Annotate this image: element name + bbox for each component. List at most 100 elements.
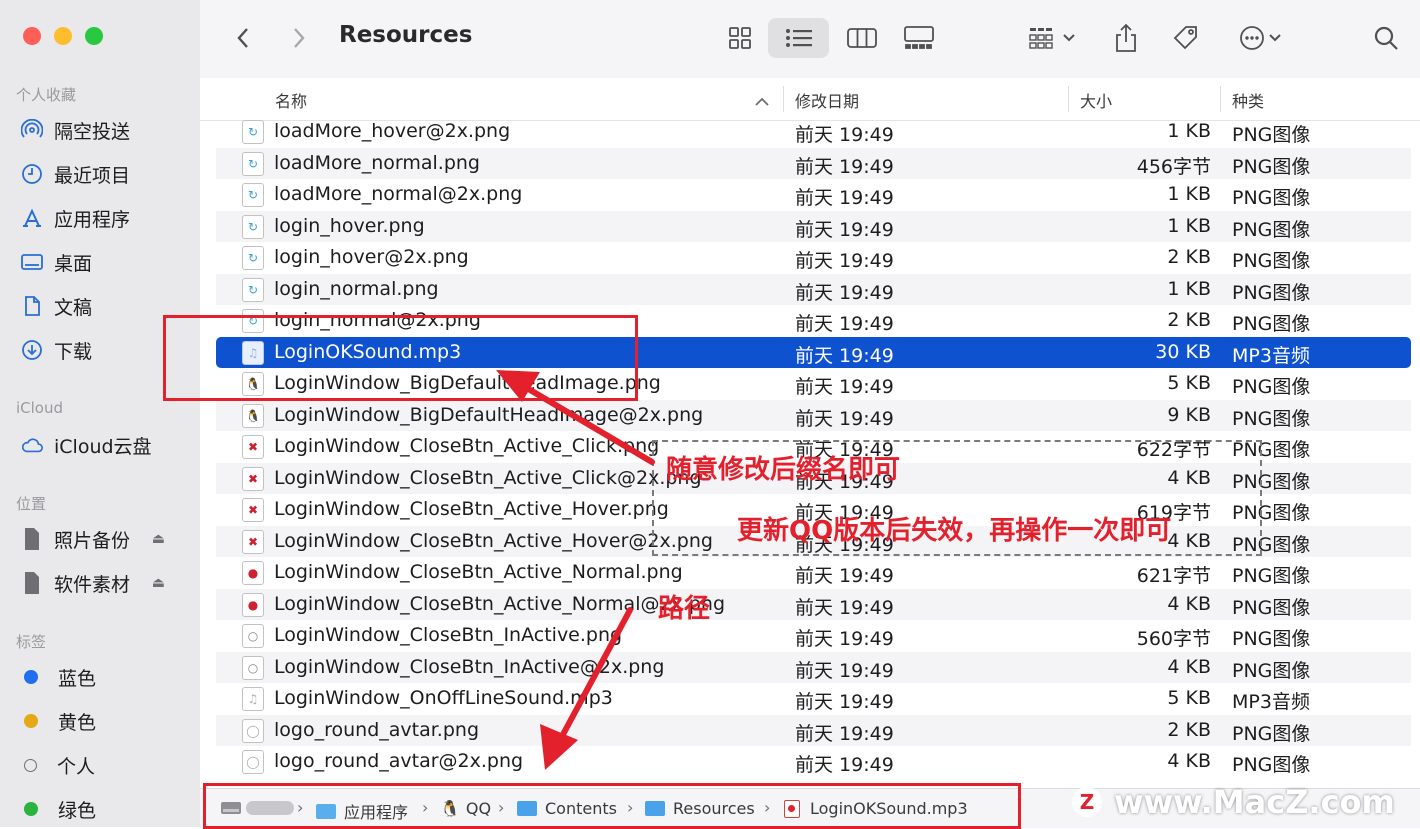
sidebar-item-label: 桌面 [54,252,93,275]
file-kind: PNG图像 [1232,596,1311,619]
file-row[interactable]: ◯ logo_round_avtar@2x.png 前天 19:49 4 KB PNG图… [216,746,1411,778]
file-name: login_hover@2x.png [274,246,469,268]
column-date[interactable]: 修改日期 [795,88,859,112]
file-row[interactable]: ♫ LoginWindow_OnOffLineSound.mp3 前天 19:49 5… [216,683,1411,715]
sidebar-item-tag-green[interactable]: 绿色 [20,792,195,826]
file-size: 2 KB [1167,309,1211,331]
file-name: loadMore_normal.png [274,151,480,174]
watermark-text: www.MacZ.com [1114,783,1395,821]
file-row[interactable]: ● LoginWindow_CloseBtn_Active_Normal@2x.p… [216,588,1411,620]
minimize-window-button[interactable] [54,27,72,45]
file-kind: PNG图像 [1232,187,1311,209]
file-name: loadMore_hover@2x.png [274,120,511,142]
file-kind: PNG图像 [1232,376,1311,398]
refresh-icon: ↻ [242,151,264,176]
file-date: 前天 19:49 [795,596,894,619]
eject-icon[interactable]: ⏏ [152,531,165,547]
file-row[interactable]: ◯ logo_round_avtar.png 前天 19:49 2 KB PNG图像 [216,714,1411,746]
tag-dot-icon [24,714,38,728]
file-name: LoginWindow_CloseBtn_Active_Hover@2x.png [274,529,713,552]
file-date: 前天 19:49 [795,344,894,367]
file-row[interactable]: ● LoginWindow_CloseBtn_Active_Normal.png 前… [216,557,1411,589]
close-window-button[interactable] [23,27,41,45]
file-date: 前天 19:49 [795,187,894,209]
forward-button[interactable] [284,18,314,58]
sort-ascending-icon[interactable] [755,92,769,111]
file-name: LoginWindow_CloseBtn_Active_Click@2x.png [274,466,702,489]
drive-icon [20,571,44,595]
sidebar-item-desktop[interactable]: 桌面 [20,245,195,279]
file-name: logo_round_avtar.png [274,718,480,741]
file-date: 前天 19:49 [795,691,894,713]
red-circle-icon: ● [242,561,264,585]
file-date: 前天 19:49 [795,565,894,587]
sidebar-item-location-software[interactable]: 软件素材 ⏏ [20,566,195,600]
close-red-icon: ✖ [242,498,264,522]
sidebar-item-tag-blue[interactable]: 蓝色 [20,660,195,694]
file-size: 2 KB [1167,718,1211,741]
file-row[interactable]: ↻ loadMore_normal@2x.png 前天 19:49 1 KB PNG图像 [216,179,1411,211]
music-note-icon: ♫ [242,687,264,711]
file-row[interactable]: ↻ loadMore_normal.png 前天 19:49 456字节 PNG图像 [216,147,1411,179]
desktop-icon [20,250,44,274]
drive-icon [20,527,44,551]
file-kind: PNG图像 [1232,124,1311,146]
file-kind: PNG图像 [1232,628,1311,650]
file-kind: MP3音频 [1232,691,1310,713]
file-row[interactable]: 🐧 LoginWindow_BigDefaultHeadImage@2x.png 前… [216,399,1411,431]
column-name[interactable]: 名称 [275,88,307,112]
sidebar-item-recents[interactable]: 最近项目 [20,157,195,191]
file-kind: PNG图像 [1232,754,1311,776]
file-size: 30 KB [1155,340,1211,363]
gallery-view-button[interactable] [897,18,941,58]
applications-icon [20,206,44,230]
watermark-logo-icon: Z [1072,787,1102,817]
back-button[interactable] [228,18,258,58]
file-size: 1 KB [1167,214,1211,237]
sidebar-item-location-photos[interactable]: 照片备份 ⏏ [20,522,195,556]
list-view-button[interactable] [768,18,829,58]
sidebar-item-icloud-drive[interactable]: iCloud云盘 [20,428,195,462]
tags-button[interactable] [1166,18,1206,58]
file-name: login_hover.png [274,214,425,237]
sidebar-item-applications[interactable]: 应用程序 [20,201,195,235]
document-icon [20,294,44,318]
share-icon [1116,23,1136,52]
penguin-icon: 🐧 [242,403,264,428]
file-date: 前天 19:49 [795,218,894,241]
tag-icon [1173,26,1197,50]
sidebar-item-tag-personal[interactable]: 个人 [20,748,195,782]
eject-icon[interactable]: ⏏ [152,575,165,591]
column-kind[interactable]: 种类 [1232,88,1264,112]
search-button[interactable] [1366,18,1406,58]
column-view-button[interactable] [840,18,884,58]
file-row[interactable]: ○ LoginWindow_CloseBtn_InActive.png 前天 19:… [216,620,1411,652]
file-name: logo_round_avtar@2x.png [274,750,524,772]
file-date: 前天 19:49 [795,155,894,178]
annotation-update-hint: 更新QQ版本后失效，再操作一次即可 [737,516,1172,546]
sidebar-item-label: iCloud云盘 [54,435,152,458]
file-kind: PNG图像 [1232,313,1311,335]
refresh-icon: ↻ [242,120,264,144]
zoom-window-button[interactable] [85,27,103,45]
file-row[interactable]: ↻ login_normal.png 前天 19:49 1 KB PNG图像 [216,273,1411,305]
sidebar-item-airdrop[interactable]: 隔空投送 [20,113,195,147]
file-kind: PNG图像 [1232,565,1311,587]
sidebar-item-label: 下载 [54,340,93,363]
file-row[interactable]: ↻ login_hover.png 前天 19:49 1 KB PNG图像 [216,210,1411,242]
column-divider [783,86,784,112]
more-actions-button[interactable] [1234,18,1286,58]
file-row[interactable]: ↻ loadMore_hover@2x.png 前天 19:49 1 KB PNG图像 [216,120,1411,148]
sidebar-item-label: 黄色 [58,711,97,734]
sidebar: 个人收藏 隔空投送 最近项目 应用程序 桌面 文稿 下载 iCloud iClo… [0,0,200,827]
file-date: 前天 19:49 [795,376,894,398]
annotation-rename-hint: 随意修改后缀名即可 [666,455,901,485]
icon-view-button[interactable] [718,18,762,58]
file-kind: PNG图像 [1232,281,1311,304]
group-button[interactable] [1022,18,1082,58]
file-row[interactable]: ↻ login_hover@2x.png 前天 19:49 2 KB PNG图像 [216,242,1411,274]
sidebar-item-tag-yellow[interactable]: 黄色 [20,704,195,738]
share-button[interactable] [1108,18,1144,58]
file-row[interactable]: ○ LoginWindow_CloseBtn_InActive@2x.png 前天 … [216,651,1411,683]
column-size[interactable]: 大小 [1080,88,1112,112]
